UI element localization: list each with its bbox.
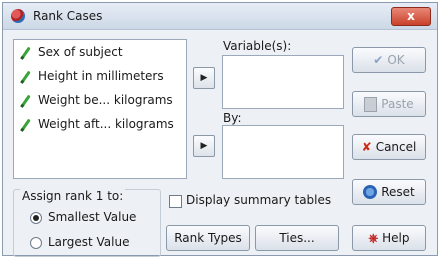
variable-label: Weight aft... kilograms [38,117,174,131]
assign-rank-label: Assign rank 1 to: [20,189,126,203]
help-button[interactable]: ⎈ Help [352,225,426,251]
scale-variable-icon [21,94,31,106]
reset-icon [363,185,378,199]
list-item[interactable]: Sex of subject [14,40,186,64]
move-to-variables-button[interactable]: ▶ [193,67,215,89]
smallest-value-label[interactable]: Smallest Value [48,210,136,224]
by-target-list[interactable] [222,125,344,179]
paste-button[interactable]: Paste [352,91,426,117]
ties-label: Ties... [279,231,315,245]
variable-label: Sex of subject [38,45,123,59]
paste-icon [364,96,378,112]
largest-value-radio[interactable] [30,237,42,249]
largest-value-label[interactable]: Largest Value [48,235,130,249]
help-label: Help [382,231,410,245]
cancel-button[interactable]: ✘ Cancel [352,134,426,160]
rank-types-label: Rank Types [174,231,242,245]
scale-variable-icon [21,70,31,82]
app-icon [11,9,25,23]
paste-label: Paste [381,97,414,111]
ok-icon: ✔ [373,53,384,67]
reset-label: Reset [381,185,415,199]
display-summary-checkbox[interactable] [169,195,182,208]
reset-button[interactable]: Reset [352,179,426,205]
smallest-value-radio[interactable] [30,212,42,224]
list-item[interactable]: Weight aft... kilograms [14,112,186,136]
assign-rank-group: Assign rank 1 to: Smallest Value Largest… [13,189,161,257]
display-summary-label[interactable]: Display summary tables [186,193,331,207]
title-bar: Rank Cases x [3,3,437,30]
ok-button[interactable]: ✔ OK [352,47,426,73]
source-variable-list[interactable]: Sex of subject Height in millimeters Wei… [13,39,187,179]
scale-variable-icon [21,46,31,58]
list-item[interactable]: Weight be... kilograms [14,88,186,112]
variables-target-list[interactable] [222,55,344,109]
variable-label: Weight be... kilograms [38,93,173,107]
ok-label: OK [387,53,405,67]
close-button[interactable]: x [391,7,431,26]
help-icon: ⎈ [368,230,379,245]
by-label: By: [223,111,242,125]
arrow-right-icon: ▶ [200,141,208,151]
dialog-title: Rank Cases [33,9,103,23]
rank-cases-dialog: Rank Cases x Sex of subject Height in mi… [2,2,438,257]
cancel-label: Cancel [375,140,417,154]
list-item[interactable]: Height in millimeters [14,64,186,88]
ties-button[interactable]: Ties... [255,225,339,251]
variables-label: Variable(s): [223,39,292,53]
move-to-by-button[interactable]: ▶ [193,135,215,157]
cancel-icon: ✘ [361,140,372,154]
variable-label: Height in millimeters [38,69,164,83]
scale-variable-icon [21,118,31,130]
arrow-right-icon: ▶ [200,73,208,83]
rank-types-button[interactable]: Rank Types [166,225,250,251]
